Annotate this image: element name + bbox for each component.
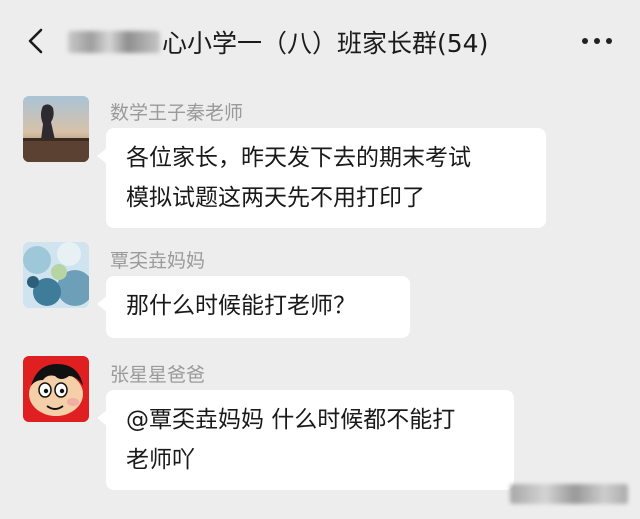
sender-name: 张星星爸爸 [110,364,206,386]
message-bubble[interactable]: 那什么时候能打老师？ [97,276,410,338]
sender-name: 覃奀垚妈妈 [110,250,206,272]
message-text-line: 那什么时候能打老师？ [126,293,356,319]
message-text-line: 各位家长，昨天发下去的期末考试 [126,145,471,171]
avatar[interactable] [23,96,89,162]
avatar[interactable] [23,356,89,422]
chat-header: 心小学一（八）班家长群(54) [0,0,640,84]
message-bubble[interactable]: 各位家长，昨天发下去的期末考试 模拟试题这两天先不用打印了 [97,128,546,228]
message-text-line: @覃奀垚妈妈 什么时候都不能打 [126,407,456,433]
avatar[interactable] [23,242,89,308]
sender-name: 数学王子秦老师 [110,102,244,124]
more-dots-icon[interactable] [580,28,614,54]
blurred-title-prefix [68,31,160,53]
watermark-blur [510,484,628,504]
chat-title: 心小学一（八）班家长群(54) [162,29,489,58]
message-text-line: 模拟试题这两天先不用打印了 [126,185,425,211]
chat-title-area: 心小学一（八）班家长群(54) [60,22,488,62]
chevron-left-icon[interactable] [22,26,52,56]
message-text-line: 老师吖 [126,447,195,473]
message-bubble[interactable]: @覃奀垚妈妈 什么时候都不能打 老师吖 [97,390,514,490]
